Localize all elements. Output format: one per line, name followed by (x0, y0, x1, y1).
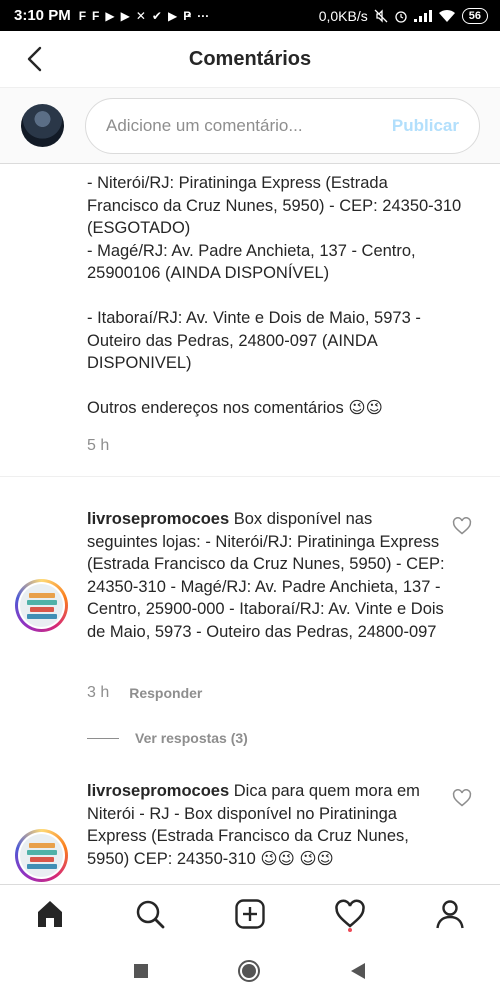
page-title: Comentários (188, 47, 312, 70)
comment-text: livrosepromocoes Dica para quem mora em … (87, 780, 447, 870)
view-replies-label: Ver respostas (3) (135, 730, 248, 746)
youtube-icon: ▶ (105, 8, 115, 23)
notification-dot (348, 927, 352, 932)
post-caption: - Niterói/RJ: Piratininga Express (Estra… (87, 174, 462, 417)
comment-input[interactable] (106, 116, 392, 136)
add-post-icon (235, 898, 265, 929)
nav-home[interactable] (30, 894, 70, 934)
x-icon: ✕ (135, 8, 146, 23)
recents-square-icon[interactable] (133, 963, 149, 979)
nav-search[interactable] (130, 894, 170, 934)
comment-input-wrapper: Publicar (85, 98, 480, 154)
view-replies-button[interactable]: Ver respostas (3) (87, 730, 248, 746)
bottom-navigation (0, 884, 500, 942)
home-icon (38, 900, 62, 927)
back-triangle-icon[interactable] (349, 962, 367, 980)
facebook-icon: F (78, 8, 87, 23)
comment-username[interactable]: livrosepromocoes (87, 782, 229, 800)
comment-compose-bar: Publicar (0, 87, 500, 164)
signal-icon (413, 9, 432, 22)
nav-new-post[interactable] (230, 894, 270, 934)
wifi-icon (438, 9, 455, 22)
comment-timestamp: 3 h (87, 684, 110, 701)
back-arrow-icon[interactable] (22, 45, 50, 73)
status-bar: 3:10 PM F F ▶ ▶ ✕ ✔ ▶ Ҏ ··· 0,0KB/s 56 (0, 0, 500, 31)
like-heart-icon[interactable] (452, 788, 472, 808)
like-heart-icon[interactable] (452, 516, 472, 536)
comment-username[interactable]: livrosepromocoes (87, 510, 229, 528)
reply-button[interactable]: Responder (129, 685, 202, 701)
battery-icon: 56 (461, 7, 488, 24)
youtube-icon: ▶ (167, 8, 178, 23)
profile-icon (436, 899, 464, 928)
comment-text: livrosepromocoes Box disponível nas segu… (87, 508, 447, 643)
books-icon (20, 584, 63, 627)
system-navigation-bar (0, 942, 500, 1000)
mute-icon (374, 8, 388, 23)
nav-activity[interactable] (330, 894, 370, 934)
app-notification-icon: Ҏ (183, 8, 192, 23)
more-dots: ··· (197, 8, 210, 23)
divider (0, 476, 500, 477)
comments-list[interactable]: - Niterói/RJ: Piratininga Express (Estra… (0, 164, 500, 884)
network-speed: 0,0KB/s (318, 7, 368, 24)
commenter-avatar[interactable] (15, 579, 68, 632)
commenter-avatar[interactable] (15, 829, 68, 882)
books-icon (20, 834, 63, 877)
facebook-icon: F (92, 8, 100, 23)
comment-body: Box disponível nas seguintes lojas: - Ni… (87, 510, 445, 641)
comment-meta: 3 h Responder (87, 684, 202, 702)
home-circle-icon[interactable] (237, 959, 261, 983)
nav-profile[interactable] (430, 894, 470, 934)
notification-icons: F F ▶ ▶ ✕ ✔ ▶ Ҏ ··· (79, 9, 210, 23)
youtube-icon: ▶ (120, 8, 130, 23)
status-time: 3:10 PM (14, 7, 71, 24)
heart-icon (335, 899, 365, 928)
user-avatar (21, 104, 64, 147)
header: Comentários (0, 31, 500, 87)
alarm-icon (395, 10, 407, 23)
status-right: 0,0KB/s 56 (318, 7, 488, 24)
search-icon (136, 900, 165, 928)
replies-line (87, 737, 119, 739)
check-shield-icon: ✔ (151, 8, 162, 23)
post-timestamp: 5 h (87, 437, 110, 454)
publish-button[interactable]: Publicar (392, 116, 459, 136)
